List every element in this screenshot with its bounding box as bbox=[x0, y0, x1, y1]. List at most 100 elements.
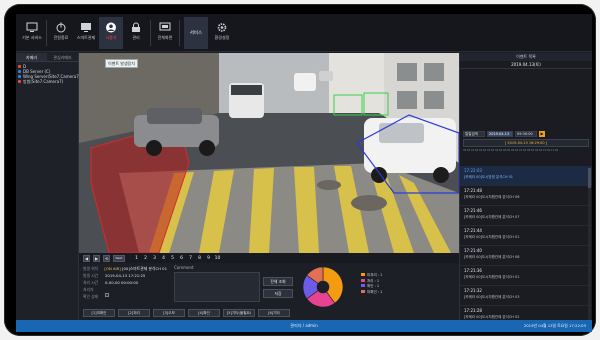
play-arrow-button[interactable]: ▶ bbox=[539, 131, 545, 137]
event-list-item[interactable]: 17:21:36 [카메라 00]도시지원관제 분석CH 01 bbox=[460, 266, 592, 286]
status-action-button[interactable]: [3]오보 bbox=[153, 309, 185, 317]
event-list-item[interactable]: 17:21:28 [카메라 00]도시지원관제 분석CH 02 bbox=[460, 306, 592, 320]
playback-controls: ◀ ▶ ⟲ Next 1 2 3 4 5 6 7 8 9 10 bbox=[79, 253, 459, 263]
gear-icon bbox=[217, 23, 227, 32]
event-list-scrollbar[interactable] bbox=[588, 166, 591, 320]
legend-swatch bbox=[361, 284, 365, 287]
power-icon bbox=[56, 22, 66, 33]
toolbar-label: 환경설정 bbox=[214, 35, 230, 40]
event-list-item[interactable]: 17:21:44 [카메라 00]도시지원관제 분석CH 01 bbox=[460, 226, 592, 246]
legend-swatch bbox=[361, 273, 365, 276]
page-number-4[interactable]: 4 bbox=[159, 256, 168, 261]
info-row-handled-time: 처리 시간 0-00-00 00:00:00 bbox=[83, 279, 167, 286]
info-row-time: 발생 시간 2019-04-13 17:21:25 bbox=[83, 272, 167, 279]
query-all-button[interactable]: 전체 조회 bbox=[263, 277, 293, 286]
legend-swatch bbox=[361, 289, 365, 293]
pagination: 1 2 3 4 5 6 7 8 9 10 bbox=[132, 256, 222, 261]
tree-item[interactable]: 방범(Site7.Camera7) bbox=[18, 79, 76, 84]
search-controls: 일일검색 2019.04.13 09:30:00 ▶ bbox=[460, 129, 592, 139]
camera-tree-panel: 카메라 관심카메라 D DB Server (C) Wing Server(Si… bbox=[16, 53, 80, 320]
confirm-checkbox[interactable] bbox=[105, 293, 109, 297]
fullscreen-icon bbox=[159, 22, 171, 31]
page-number-10[interactable]: 10 bbox=[213, 256, 222, 261]
monitor-icon bbox=[26, 22, 38, 32]
info-value: 2019-04-13 17:21:25 bbox=[105, 273, 146, 278]
toolbar-label: 관리 bbox=[132, 35, 140, 40]
toolbar-settings[interactable]: 환경설정 bbox=[210, 17, 234, 49]
status-dot bbox=[18, 80, 21, 83]
page-number-9[interactable]: 9 bbox=[204, 256, 213, 261]
status-action-button[interactable]: [6]기타 bbox=[258, 309, 290, 317]
search-mode-select[interactable]: 일일검색 bbox=[463, 131, 485, 137]
page-number-6[interactable]: 6 bbox=[177, 256, 186, 261]
event-list-date: 2019.04.13(토) bbox=[460, 61, 592, 69]
status-action-button[interactable]: [5]기타(불필요) bbox=[223, 309, 255, 317]
status-datetime: 2019년 04월 13일 토요일 17:22:03 bbox=[523, 323, 586, 328]
info-row-location: 발생 위치 [ON AIR] [00]스마트관제 분석CH 01 bbox=[83, 265, 167, 272]
info-key: 발생 위치 bbox=[83, 266, 99, 271]
toolbar-smart-monitor[interactable]: 스마트관제 bbox=[74, 17, 98, 49]
timeline-ruler[interactable]: 00:00 01:00 02:00 03:00 04:00 05:00 06:0… bbox=[463, 148, 589, 153]
toolbar-user[interactable]: 사용자 bbox=[99, 17, 123, 49]
divider bbox=[179, 20, 180, 46]
legend-label: 확인 : 1 bbox=[367, 284, 380, 288]
page-number-1[interactable]: 1 bbox=[132, 256, 141, 261]
toolbar-label: 서비스 bbox=[189, 31, 203, 36]
status-user: 관리자 / admin bbox=[290, 323, 318, 328]
event-info: 발생 위치 [ON AIR] [00]스마트관제 분석CH 01 발생 시간 2… bbox=[83, 265, 167, 300]
event-list-item[interactable]: 17:21:40 [카메라 00]도시지원관제 분석CH 08 bbox=[460, 246, 592, 266]
pie-legend: 미처리 : 1 처리 : 1 확인 : 1 미확인 : 1 bbox=[361, 273, 382, 295]
prev-button[interactable]: ◀ bbox=[83, 254, 90, 262]
event-description: [카메라 00]도시지원관제 분석CH 06 bbox=[464, 195, 520, 199]
event-description: [카메라 00]도시지원관제 분석CH 03 bbox=[464, 295, 520, 299]
event-list-spacer bbox=[460, 69, 592, 129]
info-row-handler: 처리자 bbox=[83, 286, 167, 293]
event-description: [카메라 00]도시지원관제 분석CH 01 bbox=[464, 275, 520, 279]
comment-label: Comment bbox=[174, 265, 194, 270]
toolbar-manage[interactable]: 관리 bbox=[124, 17, 148, 49]
page-number-7[interactable]: 7 bbox=[186, 256, 195, 261]
toolbar-fullscreen[interactable]: 전체화면 bbox=[153, 17, 177, 49]
event-description: [카메라 00]도시지원관제 분석CH 01 bbox=[464, 235, 520, 239]
search-time-field[interactable]: 09:30:00 bbox=[515, 131, 537, 137]
page-number-5[interactable]: 5 bbox=[168, 256, 177, 261]
legend-label: 미처리 : 1 bbox=[367, 273, 383, 277]
status-action-button[interactable]: [4]확인 bbox=[188, 309, 220, 317]
toolbar-basic-service[interactable]: 기본 서비스 bbox=[20, 17, 44, 49]
page-number-3[interactable]: 3 bbox=[150, 256, 159, 261]
next-button[interactable]: ▶ bbox=[93, 254, 100, 262]
status-action-button[interactable]: [1]미확인 bbox=[83, 309, 115, 317]
save-button[interactable]: 저장 bbox=[263, 289, 293, 298]
camera-video-view[interactable]: 이벤트 발생장치 bbox=[79, 53, 459, 253]
event-list-item[interactable]: 17:21:46 [카메라 00]도시지원관제 분석CH 07 bbox=[460, 206, 592, 226]
tab-camera[interactable]: 카메라 bbox=[16, 53, 47, 61]
event-description: [카메라 00]도시방범 분석CH 01 bbox=[464, 175, 514, 179]
next-page-button[interactable]: Next bbox=[113, 254, 125, 262]
event-list-item[interactable]: 17:21:32 [카메라 00]도시지원관제 분석CH 03 bbox=[460, 286, 592, 306]
event-description: [카메라 00]도시지원관제 분석CH 07 bbox=[464, 215, 520, 219]
scrollbar-thumb[interactable] bbox=[588, 168, 591, 188]
search-date-field[interactable]: 2019.04.13 bbox=[487, 131, 513, 137]
status-dot bbox=[18, 70, 21, 73]
camera-tag: 이벤트 발생장치 bbox=[105, 59, 139, 68]
legend-label: 처리 : 1 bbox=[367, 278, 380, 283]
event-list-title: 이벤트 목록 bbox=[460, 53, 592, 61]
event-list-item[interactable]: 17:22:03 [카메라 00]도시방범 분석CH 01 bbox=[460, 166, 592, 186]
comment-textarea[interactable] bbox=[174, 272, 260, 302]
info-value-2: [00]스마트관제 분석CH 01 bbox=[122, 266, 167, 271]
event-list-item[interactable]: 17:21:48 [카메라 00]도시지원관제 분석CH 06 bbox=[460, 186, 592, 206]
page-number-2[interactable]: 2 bbox=[141, 256, 150, 261]
page-number-8[interactable]: 8 bbox=[195, 256, 204, 261]
toolbar-label: 기본 서비스 bbox=[22, 35, 42, 40]
legend-label: 미확인 : 1 bbox=[367, 289, 383, 294]
status-action-button[interactable]: [2]처리 bbox=[118, 309, 150, 317]
left-tabs: 카메라 관심카메라 bbox=[16, 53, 78, 62]
toolbar-power[interactable]: 전원종료 bbox=[49, 17, 73, 49]
tab-favorite-camera[interactable]: 관심카메라 bbox=[47, 53, 78, 61]
event-list: 17:22:03 [카메라 00]도시방범 분석CH 01 17:21:48 [카메라… bbox=[460, 166, 592, 320]
event-description: [카메라 00]도시지원관제 분석CH 08 bbox=[464, 255, 520, 259]
status-pie-chart bbox=[299, 265, 347, 309]
event-detail-panel: ◀ ▶ ⟲ Next 1 2 3 4 5 6 7 8 9 10 발생 위치 [ON AIR] [0… bbox=[79, 253, 459, 320]
toolbar-service[interactable]: 서비스 bbox=[184, 17, 208, 49]
refresh-button[interactable]: ⟲ bbox=[103, 254, 110, 262]
